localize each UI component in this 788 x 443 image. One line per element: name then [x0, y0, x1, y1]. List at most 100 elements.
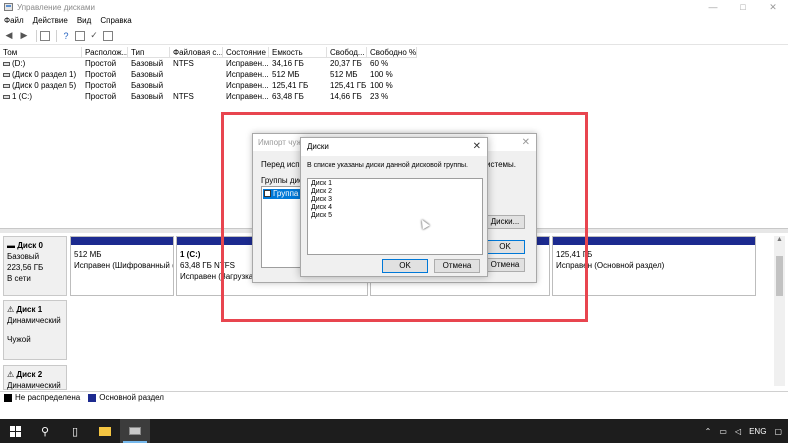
column-header[interactable]: Состояние: [223, 47, 269, 58]
volume-name: (Диск 0 раздел 1): [12, 70, 77, 79]
network-icon[interactable]: ▭: [719, 427, 727, 436]
disk-name: Диск 2: [16, 370, 43, 379]
disk-type: Динамический: [7, 381, 61, 390]
table-cell: Базовый: [131, 70, 164, 79]
title-bar: Управление дисками — □ ✕: [0, 0, 788, 14]
volume-cell: (D:): [0, 58, 82, 69]
disk-name: Диск 0: [17, 241, 43, 250]
disk-status: В сети: [7, 274, 31, 283]
volume-icon: [3, 61, 10, 66]
legend-label: Основной раздел: [99, 393, 164, 402]
disk-type: Базовый: [7, 252, 40, 261]
disk-icon: [129, 427, 141, 435]
legend-label: Не распределена: [15, 393, 81, 402]
scrollbar-thumb[interactable]: [776, 256, 783, 296]
table-cell: 23 %: [370, 92, 389, 101]
disk-type: Динамический: [7, 316, 61, 325]
partition-text: 512 МБ Исправен (Шифрованный (EF: [71, 245, 173, 275]
menu-action[interactable]: Действие: [33, 16, 68, 25]
partition-size: 512 МБ: [74, 250, 102, 259]
table-cell: Исправен...: [226, 81, 269, 90]
file-explorer-icon[interactable]: [90, 419, 120, 443]
volume-list-header: Том Располож... Тип Файловая с... Состоя…: [0, 47, 788, 58]
column-header[interactable]: Тип: [128, 47, 170, 58]
task-view-icon[interactable]: ▯: [60, 419, 90, 443]
chevron-up-icon[interactable]: ⌃: [705, 427, 712, 436]
volume-name: (Диск 0 раздел 5): [12, 81, 77, 90]
window-title: Управление дисками: [17, 2, 95, 12]
table-row[interactable]: 1 (C:) Простой Базовый NTFS Исправен... …: [0, 91, 788, 102]
language-indicator[interactable]: ENG: [749, 427, 766, 436]
volume-list: Том Располож... Тип Файловая с... Состоя…: [0, 47, 788, 102]
help-icon[interactable]: ?: [60, 30, 72, 42]
table-cell: Простой: [85, 81, 117, 90]
table-cell: 100 %: [370, 70, 393, 79]
legend-swatch-unallocated: [4, 393, 12, 402]
console-tree-icon[interactable]: [40, 30, 50, 41]
column-header[interactable]: Файловая с...: [170, 47, 223, 58]
volume-name: (D:): [12, 59, 26, 68]
disk-row-2: ⚠ Диск 2 Динамический: [3, 365, 773, 390]
forward-arrow-icon[interactable]: ▶: [18, 30, 30, 42]
partition-efi[interactable]: 512 МБ Исправен (Шифрованный (EF: [70, 236, 174, 296]
menu-view[interactable]: Вид: [77, 16, 91, 25]
volume-cell: (Диск 0 раздел 1): [0, 69, 82, 80]
minimize-button[interactable]: —: [698, 0, 728, 14]
column-header[interactable]: Располож...: [82, 47, 128, 58]
notifications-icon[interactable]: ▢: [774, 427, 782, 436]
window-controls: — □ ✕: [698, 0, 788, 14]
menu-file[interactable]: Файл: [4, 16, 24, 25]
table-cell: 125,41 ГБ: [330, 81, 367, 90]
column-header[interactable]: Том: [0, 47, 82, 58]
volume-icon: [3, 72, 10, 77]
properties-icon[interactable]: [75, 30, 85, 41]
disk-management-icon: [4, 3, 13, 11]
disk-scrollbar[interactable]: ▲: [774, 236, 785, 386]
table-cell: NTFS: [173, 92, 194, 101]
volume-icon: [3, 83, 10, 88]
table-cell: 63,48 ГБ: [272, 92, 304, 101]
table-cell: 512 МБ: [330, 70, 358, 79]
system-tray: ⌃ ▭ ◁ ENG ▢: [697, 419, 782, 443]
table-row[interactable]: (D:) Простой Базовый NTFS Исправен... 34…: [0, 58, 788, 69]
volume-icon[interactable]: ◁: [735, 427, 741, 436]
disk-status: Чужой: [7, 335, 31, 344]
toolbar: ◀ ▶ ? ✓: [0, 27, 788, 45]
disk-title: ⚠ Диск 2: [7, 369, 63, 380]
scroll-up-icon[interactable]: ▲: [774, 236, 785, 245]
volume-cell: (Диск 0 раздел 5): [0, 80, 82, 91]
refresh-icon[interactable]: [103, 30, 113, 41]
table-cell: Базовый: [131, 92, 164, 101]
back-arrow-icon[interactable]: ◀: [3, 30, 15, 42]
column-header[interactable]: Свобод...: [327, 47, 367, 58]
close-button[interactable]: ✕: [758, 0, 788, 14]
table-row[interactable]: (Диск 0 раздел 1) Простой Базовый Исправ…: [0, 69, 788, 80]
maximize-button[interactable]: □: [728, 0, 758, 14]
volume-name: 1 (C:): [12, 92, 32, 101]
table-cell: 100 %: [370, 81, 393, 90]
table-row[interactable]: (Диск 0 раздел 5) Простой Базовый Исправ…: [0, 80, 788, 91]
table-cell: Исправен...: [226, 59, 269, 68]
disk-label[interactable]: ⚠ Диск 2 Динамический: [3, 365, 67, 390]
table-cell: Исправен...: [226, 92, 269, 101]
start-button[interactable]: [0, 419, 30, 443]
table-cell: Простой: [85, 92, 117, 101]
folder-icon: [99, 426, 111, 436]
rescan-icon[interactable]: ✓: [88, 30, 100, 42]
table-cell: Простой: [85, 59, 117, 68]
partition-status: Исправен (Шифрованный (EF: [74, 261, 173, 270]
disk-title: ▬ Диск 0: [7, 240, 63, 251]
column-header[interactable]: Свободно %: [367, 47, 417, 58]
partition-bar: [71, 237, 173, 245]
column-header[interactable]: Емкость: [269, 47, 327, 58]
toolbar-separator: [56, 29, 57, 42]
legend-swatch-primary: [88, 393, 97, 402]
disk-label[interactable]: ⚠ Диск 1 Динамический Чужой: [3, 300, 67, 360]
disk-title: ⚠ Диск 1: [7, 304, 63, 315]
warning-icon: ⚠: [7, 370, 17, 379]
menu-help[interactable]: Справка: [100, 16, 131, 25]
table-cell: 20,37 ГБ: [330, 59, 362, 68]
disk-label[interactable]: ▬ Диск 0 Базовый 223,56 ГБ В сети: [3, 236, 67, 296]
search-icon[interactable]: ⚲: [30, 419, 60, 443]
disk-management-taskbar-icon[interactable]: [120, 419, 150, 443]
